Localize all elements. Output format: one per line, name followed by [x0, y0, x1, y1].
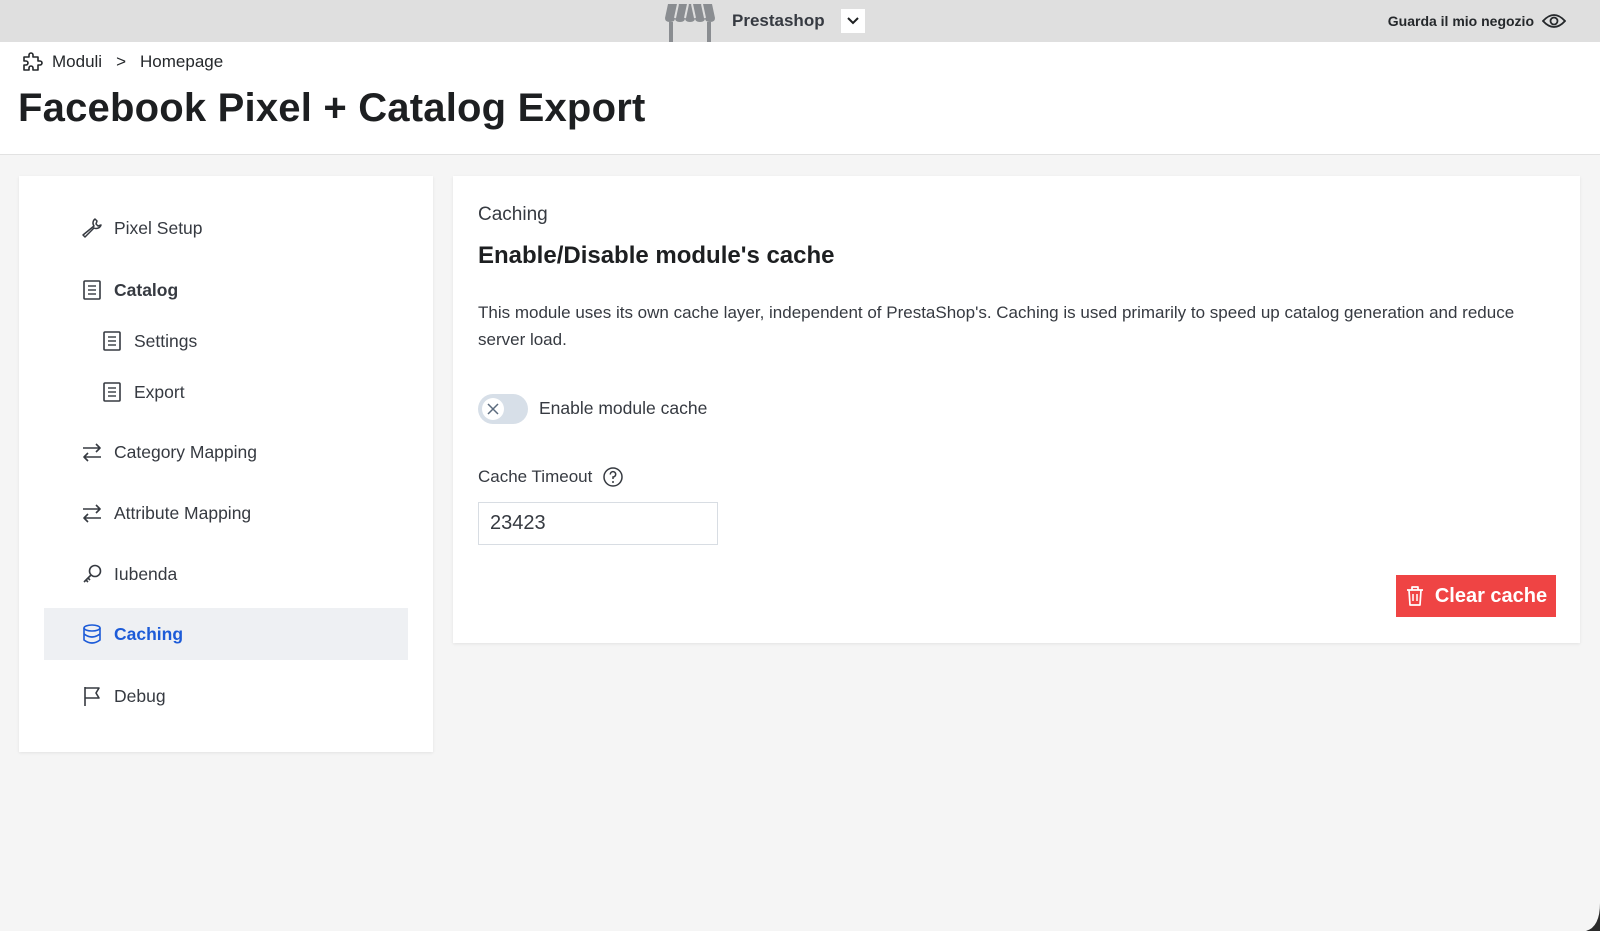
- key-icon: [83, 564, 102, 583]
- sidebar-item-debug[interactable]: Debug: [44, 670, 408, 722]
- sidebar-item-label: Caching: [114, 623, 184, 644]
- document-icon: [83, 280, 101, 300]
- document-icon: [103, 331, 121, 351]
- sidebar-item-label: Pixel Setup: [114, 217, 203, 238]
- section-label: Caching: [478, 204, 548, 225]
- cache-toggle-label: Enable module cache: [539, 398, 708, 418]
- sidebar-item-pixel-setup[interactable]: Pixel Setup: [44, 202, 408, 254]
- cache-timeout-label: Cache Timeout: [478, 466, 624, 488]
- eye-icon: [1542, 14, 1566, 28]
- clear-cache-label: Clear cache: [1434, 584, 1548, 607]
- sidebar: Pixel Setup Catalog Settings Export Cate…: [19, 176, 433, 752]
- sidebar-item-label: Iubenda: [114, 563, 178, 584]
- trash-icon: [1406, 586, 1423, 606]
- arrows-exchange-icon: [83, 443, 101, 462]
- shop-name: Prestashop: [732, 11, 825, 30]
- shop-dropdown-button[interactable]: [840, 9, 865, 33]
- sidebar-item-label: Settings: [134, 330, 198, 351]
- clear-cache-button[interactable]: Clear cache: [1396, 575, 1556, 617]
- sidebar-item-settings[interactable]: Settings: [44, 315, 408, 367]
- cache-toggle[interactable]: [478, 394, 528, 424]
- view-shop-link[interactable]: Guarda il mio negozio: [1388, 0, 1566, 42]
- database-icon: [83, 624, 101, 644]
- help-icon[interactable]: [602, 466, 624, 488]
- breadcrumb-separator: >: [116, 52, 127, 71]
- arrows-exchange-icon: [83, 504, 101, 523]
- page-title: Facebook Pixel + Catalog Export: [18, 86, 646, 130]
- section-description: This module uses its own cache layer, in…: [478, 303, 1515, 349]
- sidebar-item-export[interactable]: Export: [44, 366, 408, 418]
- cache-timeout-label-text: Cache Timeout: [478, 467, 593, 486]
- caching-panel: Caching Enable/Disable module's cache Th…: [453, 176, 1580, 643]
- cache-timeout-input[interactable]: [478, 502, 718, 545]
- sidebar-item-label: Export: [134, 381, 185, 402]
- breadcrumb-current[interactable]: Homepage: [140, 52, 223, 72]
- sidebar-item-label: Debug: [114, 685, 166, 706]
- document-icon: [103, 382, 121, 402]
- shop-switcher[interactable]: Prestashop: [664, 0, 865, 42]
- close-icon: [487, 403, 499, 415]
- sidebar-item-label: Attribute Mapping: [114, 502, 252, 523]
- window-corner: [1586, 903, 1600, 931]
- toggle-knob: [482, 398, 504, 420]
- page-header: Moduli > Homepage Facebook Pixel + Catal…: [0, 42, 1600, 155]
- breadcrumb: Moduli > Homepage: [20, 50, 223, 74]
- flag-icon: [84, 687, 100, 706]
- breadcrumb-parent[interactable]: Moduli: [52, 52, 102, 72]
- view-shop-label: Guarda il mio negozio: [1387, 13, 1534, 29]
- sidebar-item-category-mapping[interactable]: Category Mapping: [44, 426, 408, 478]
- sidebar-item-attribute-mapping[interactable]: Attribute Mapping: [44, 487, 408, 539]
- sidebar-item-caching[interactable]: Caching: [44, 608, 408, 660]
- wrench-icon: [82, 218, 102, 238]
- section-title: Enable/Disable module's cache: [478, 242, 835, 269]
- sidebar-item-iubenda[interactable]: Iubenda: [44, 548, 408, 600]
- sidebar-item-label: Category Mapping: [114, 441, 257, 462]
- puzzle-icon: [23, 52, 43, 71]
- store-icon: [665, 3, 715, 42]
- chevron-down-icon: [846, 17, 859, 25]
- sidebar-item-label: Catalog: [114, 279, 179, 300]
- top-bar: Prestashop Guarda il mio negozio: [0, 0, 1600, 42]
- sidebar-item-catalog[interactable]: Catalog: [44, 264, 408, 316]
